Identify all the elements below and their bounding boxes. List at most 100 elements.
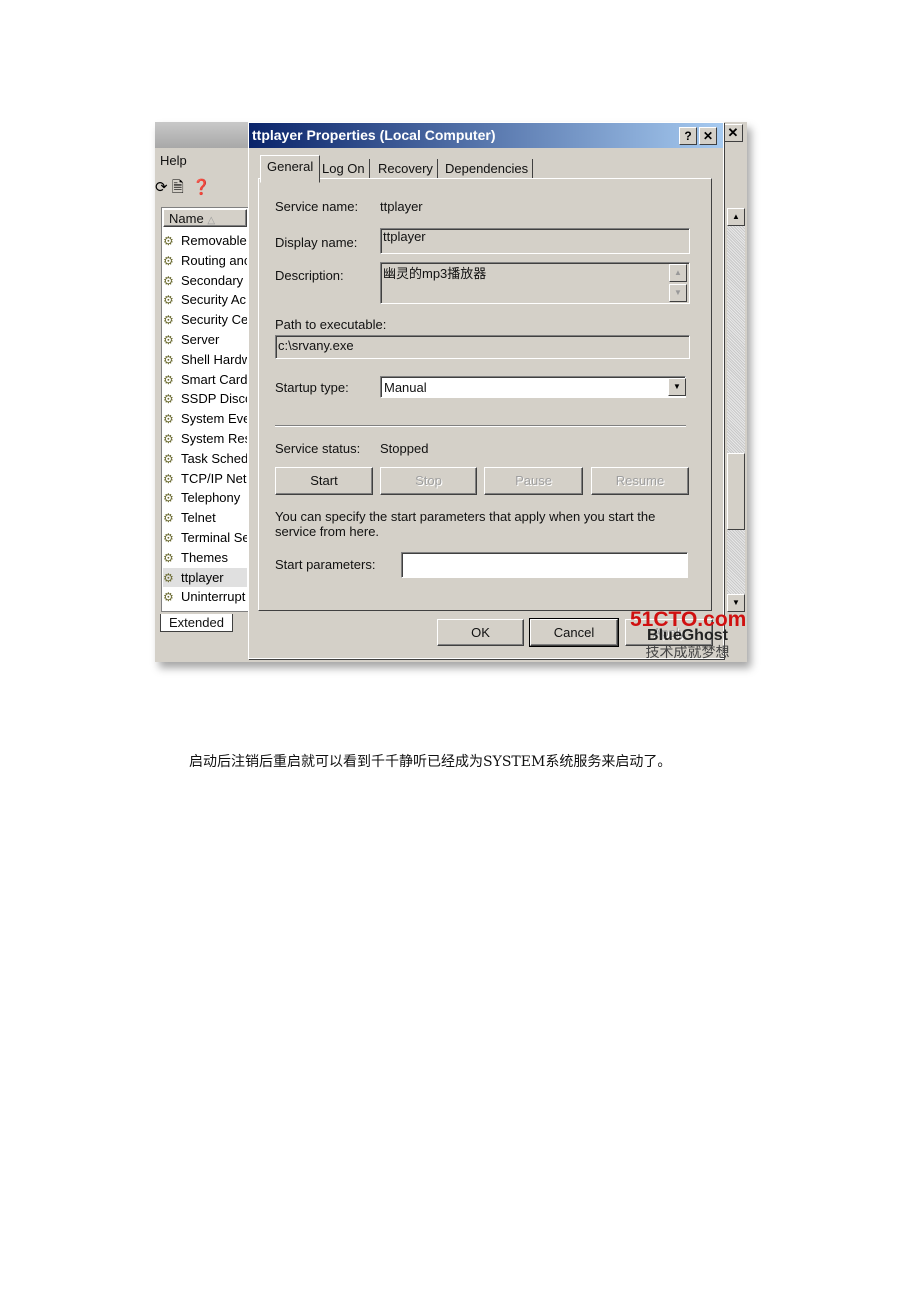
list-item-label: Removable (181, 233, 247, 248)
gear-icon: ⚙ (163, 451, 174, 466)
description-field[interactable]: 幽灵的mp3播放器 (380, 262, 690, 304)
list-item-label: ttplayer (181, 569, 224, 585)
service-name-label: Service name: (275, 199, 359, 214)
list-item[interactable]: ⚙ Security Ac (163, 290, 247, 309)
stop-button[interactable]: Stop (380, 467, 477, 495)
ok-button[interactable]: OK (437, 619, 524, 646)
toolbar-icons[interactable]: ⟳ 🗎 ❓ (155, 177, 211, 202)
list-item[interactable]: ⚙ Server (163, 330, 247, 349)
resume-button[interactable]: Resume (591, 467, 689, 495)
gear-icon: ⚙ (163, 471, 174, 486)
list-item-label: Server (181, 332, 220, 347)
list-item-label: TCP/IP Net (181, 470, 247, 486)
path-field[interactable]: c:\srvany.exe (275, 335, 690, 359)
list-item[interactable]: ⚙ Uninterrupt (163, 587, 247, 606)
list-item-label: Shell Hardw (181, 351, 247, 367)
close-icon[interactable]: ✕ (723, 124, 743, 142)
service-status-label: Service status: (275, 441, 361, 456)
list-item[interactable]: ⚙ Secondary (163, 271, 247, 290)
cancel-button[interactable]: Cancel (529, 618, 619, 647)
gear-icon: ⚙ (163, 313, 174, 328)
tab-general[interactable]: General (260, 155, 321, 183)
gear-icon: ⚙ (163, 511, 174, 526)
list-item-label: Uninterrupt (181, 589, 246, 605)
list-item[interactable]: ⚙ Terminal Se (163, 528, 247, 547)
startup-type-select[interactable]: Manual (380, 376, 686, 398)
bg-close-button[interactable]: ✕ (723, 124, 743, 142)
caption-text: 启动后注销后重启就可以看到千千静听已经成为SYSTEM系统服务来启动了。 (189, 754, 672, 770)
list-item-label: Themes (181, 549, 228, 565)
gear-icon: ⚙ (163, 550, 174, 565)
chevron-down-icon[interactable]: ▼ (668, 378, 686, 396)
tab-dependencies[interactable]: Dependencies (441, 159, 534, 178)
gear-icon: ⚙ (163, 412, 174, 427)
scrollbar[interactable]: ▲ ▼ (727, 208, 745, 612)
list-item[interactable]: ⚙ TCP/IP Net (163, 469, 247, 488)
column-header-name[interactable]: Name △ (163, 209, 247, 227)
gear-icon: ⚙ (163, 392, 174, 407)
gear-icon: ⚙ (163, 293, 174, 308)
start-params-input[interactable] (401, 552, 688, 578)
list-item[interactable]: ⚙ SSDP Disco (163, 389, 247, 408)
gear-icon: ⚙ (163, 352, 174, 367)
gear-icon: ⚙ (163, 570, 174, 585)
gear-icon: ⚙ (163, 273, 174, 288)
dialog-title-bar: ttplayer Properties (Local Computer) ? ✕ (249, 123, 723, 148)
gear-icon: ⚙ (163, 333, 174, 347)
list-item-label: Telephony (181, 490, 241, 506)
display-name-label: Display name: (275, 235, 358, 250)
gear-icon: ⚙ (163, 590, 174, 605)
scroll-down-icon[interactable]: ▼ (669, 284, 687, 302)
list-item-label: System Eve (181, 411, 247, 427)
dialog-title: ttplayer Properties (Local Computer) (252, 127, 496, 143)
start-button[interactable]: Start (275, 467, 373, 495)
scroll-up-icon[interactable]: ▲ (669, 264, 687, 282)
start-params-hint: You can specify the start parameters tha… (275, 509, 656, 539)
list-item[interactable]: ⚙ Shell Hardw (163, 350, 247, 369)
list-item-label: Telnet (181, 510, 216, 526)
list-item-label: Terminal Se (181, 530, 247, 545)
list-item-label: Secondary (181, 272, 244, 288)
menu-help[interactable]: Help (160, 153, 187, 168)
gear-icon: ⚙ (163, 531, 174, 545)
service-status-value: Stopped (380, 441, 429, 456)
tab-extended[interactable]: Extended (160, 614, 233, 632)
gear-icon: ⚙ (163, 234, 174, 248)
startup-type-label: Startup type: (275, 380, 349, 395)
scroll-up-icon[interactable]: ▲ (727, 208, 745, 226)
gear-icon: ⚙ (163, 491, 174, 506)
list-item-label: Smart Card (181, 371, 247, 387)
list-item-label: SSDP Disco (181, 391, 247, 407)
service-name-value: ttplayer (380, 199, 423, 214)
watermark-logo: 51CTO.com BlueGhost 技术成就梦想 (630, 608, 747, 660)
list-item-label: Routing anc (181, 252, 247, 268)
list-item[interactable]: ⚙ Task Sched (163, 449, 247, 468)
list-item-label: Task Sched (181, 450, 247, 466)
close-icon[interactable]: ✕ (699, 127, 717, 145)
pause-button[interactable]: Pause (484, 467, 583, 495)
list-item-label: Security Ce (181, 312, 247, 328)
description-label: Description: (275, 268, 344, 283)
list-item[interactable]: ⚙ System Eve (163, 409, 247, 428)
gear-icon: ⚙ (163, 432, 174, 446)
tab-recovery[interactable]: Recovery (374, 159, 438, 178)
path-label: Path to executable: (275, 317, 387, 332)
separator (275, 425, 686, 427)
list-item[interactable]: ⚙ System Res (163, 429, 247, 448)
gear-icon: ⚙ (163, 253, 174, 268)
list-item[interactable]: ⚙ Security Ce (163, 310, 247, 329)
display-name-field[interactable]: ttplayer (380, 228, 690, 254)
list-item[interactable]: ⚙ Telephony (163, 488, 247, 507)
list-item-label: System Res (181, 431, 247, 446)
gear-icon: ⚙ (163, 372, 174, 387)
list-item[interactable]: ⚙ Themes (163, 548, 247, 567)
list-item[interactable]: ⚙ Smart Card (163, 370, 247, 389)
list-item[interactable]: ⚙ Routing anc (163, 251, 247, 270)
scroll-thumb[interactable] (727, 453, 745, 530)
list-item[interactable]: ⚙ ttplayer (163, 567, 247, 587)
tab-log-on[interactable]: Log On (318, 159, 370, 178)
list-item[interactable]: ⚙ Removable (163, 231, 247, 250)
bg-title-bar (155, 122, 248, 148)
help-icon[interactable]: ? (679, 127, 697, 145)
list-item[interactable]: ⚙ Telnet (163, 508, 247, 527)
